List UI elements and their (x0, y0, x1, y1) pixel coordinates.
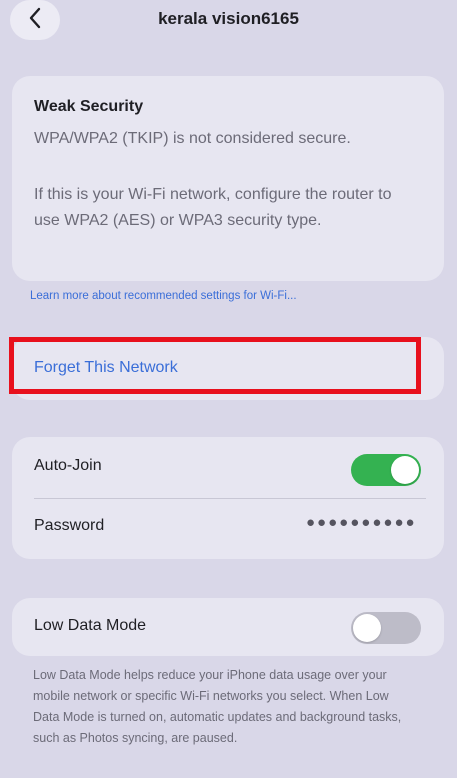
forget-network-label[interactable]: Forget This Network (34, 359, 178, 377)
page-title: kerala vision6165 (158, 9, 299, 28)
toggle-knob (353, 614, 381, 642)
learn-more-link[interactable]: Learn more about recommended settings fo… (30, 290, 297, 302)
password-label[interactable]: Password (34, 517, 104, 535)
low-data-mode-description: Low Data Mode helps reduce your iPhone d… (33, 668, 402, 745)
auto-join-label: Auto-Join (34, 457, 102, 474)
security-paragraph: If this is your Wi-Fi network, configure… (34, 186, 392, 229)
auto-join-toggle[interactable] (351, 454, 421, 486)
security-heading: Weak Security (34, 98, 144, 115)
low-data-mode-toggle[interactable] (351, 612, 421, 644)
divider (34, 498, 426, 499)
security-line: WPA/WPA2 (TKIP) is not considered secure… (34, 130, 351, 147)
password-value[interactable]: ●●●●●●●●●● (306, 514, 417, 531)
toggle-knob (391, 456, 419, 484)
low-data-mode-label: Low Data Mode (34, 617, 147, 634)
